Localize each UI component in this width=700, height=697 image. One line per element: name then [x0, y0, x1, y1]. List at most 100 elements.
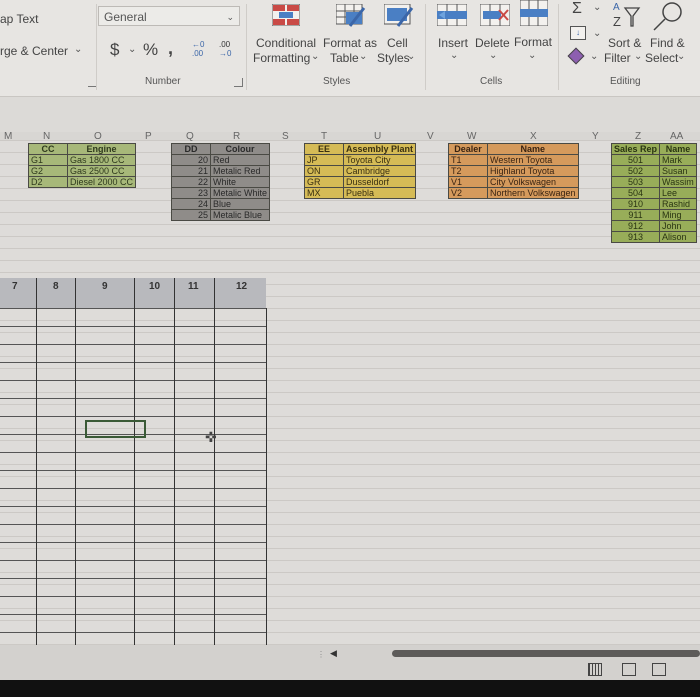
column-header-z[interactable]: Z [635, 131, 641, 142]
clear-eraser-icon[interactable] [567, 47, 585, 65]
cell[interactable]: Mark [659, 154, 698, 166]
cell[interactable]: 22 [171, 176, 211, 188]
header-cell[interactable]: Dealer [448, 143, 488, 155]
grid-header-cell[interactable]: 9 [102, 281, 108, 292]
cell[interactable]: 24 [171, 198, 211, 210]
cell[interactable]: Puebla [342, 187, 417, 199]
clear-chevron-icon[interactable]: ⌄ [590, 51, 598, 62]
cell[interactable]: Blue [209, 198, 271, 210]
cell[interactable]: T1 [448, 154, 488, 166]
column-header-aa[interactable]: AA [670, 131, 683, 142]
cell[interactable]: 912 [610, 220, 661, 232]
column-header-p[interactable]: P [145, 131, 152, 142]
cell[interactable]: 910 [610, 198, 661, 210]
cell[interactable]: GR [304, 176, 344, 188]
cell[interactable]: 502 [610, 165, 661, 177]
cell[interactable]: D2 [28, 176, 68, 188]
comma-style-button[interactable]: , [168, 38, 173, 59]
column-header-n[interactable]: N [43, 131, 50, 142]
column-header-t[interactable]: T [321, 131, 327, 142]
fill-icon[interactable]: ↓ [570, 26, 586, 40]
currency-button[interactable]: $ [110, 40, 119, 60]
cell[interactable]: Toyota City [342, 154, 417, 166]
header-cell[interactable]: CC [28, 143, 68, 155]
percent-button[interactable]: % [143, 40, 158, 60]
cell[interactable]: 23 [171, 187, 211, 199]
cell[interactable]: Highland Toyota [487, 165, 579, 177]
sheet-tab-splitter[interactable]: ⋮ [317, 650, 325, 659]
page-layout-view-icon[interactable] [622, 663, 636, 676]
cell[interactable]: Gas 2500 CC [66, 165, 137, 177]
cell[interactable]: V2 [448, 187, 488, 199]
grid-header-cell[interactable]: 10 [149, 281, 160, 292]
column-header-w[interactable]: W [467, 131, 476, 142]
merge-chevron-icon[interactable]: ⌄ [74, 44, 82, 55]
cell[interactable]: City Volkswagen [487, 176, 579, 188]
header-cell[interactable]: Name [487, 143, 579, 155]
cell[interactable]: ON [304, 165, 344, 177]
number-dialog-launcher-icon[interactable] [234, 78, 243, 87]
autosum-chevron-icon[interactable]: ⌄ [593, 2, 601, 13]
cell[interactable]: Red [209, 154, 271, 166]
header-cell[interactable]: Engine [66, 143, 137, 155]
page-break-preview-icon[interactable] [652, 663, 666, 676]
cell[interactable]: Alison [659, 231, 698, 243]
cell[interactable]: Western Toyota [487, 154, 579, 166]
cell[interactable]: Wassim [659, 176, 698, 188]
grid-header-cell[interactable]: 8 [53, 281, 59, 292]
cell[interactable]: 913 [610, 231, 661, 243]
cell[interactable]: White [209, 176, 271, 188]
column-header-q[interactable]: Q [186, 131, 194, 142]
cell[interactable]: Metalic Blue [209, 209, 271, 221]
fill-chevron-icon[interactable]: ⌄ [593, 28, 601, 39]
column-header-v[interactable]: V [427, 131, 434, 142]
decrease-decimal-button[interactable]: .00 →0 [219, 40, 235, 58]
cell[interactable]: V1 [448, 176, 488, 188]
column-header-y[interactable]: Y [592, 131, 599, 142]
cell[interactable]: Susan [659, 165, 698, 177]
cell[interactable]: 21 [171, 165, 211, 177]
header-cell[interactable]: Colour [209, 143, 271, 155]
cell[interactable]: 501 [610, 154, 661, 166]
cell[interactable]: John [659, 220, 698, 232]
cell[interactable]: Metalic White [209, 187, 271, 199]
grid-header-cell[interactable]: 7 [12, 281, 18, 292]
scroll-left-icon[interactable]: ◀ [330, 648, 337, 659]
column-header-s[interactable]: S [282, 131, 289, 142]
cell[interactable]: Gas 1800 CC [66, 154, 137, 166]
currency-chevron-icon[interactable]: ⌄ [128, 44, 136, 55]
column-header-x[interactable]: X [530, 131, 537, 142]
cell[interactable]: 25 [171, 209, 211, 221]
cell[interactable]: Metalic Red [209, 165, 271, 177]
cell[interactable]: T2 [448, 165, 488, 177]
grid-header-cell[interactable]: 12 [236, 281, 247, 292]
normal-view-icon[interactable] [588, 663, 602, 676]
increase-decimal-button[interactable]: ←0.00 [192, 40, 208, 58]
header-cell[interactable]: Assembly Plant [342, 143, 417, 155]
header-cell[interactable]: DD [171, 143, 211, 155]
grid-header-cell[interactable]: 11 [188, 281, 199, 292]
horizontal-scrollbar[interactable] [392, 650, 700, 657]
header-cell[interactable]: Sales Rep [610, 143, 661, 155]
cell[interactable]: JP [304, 154, 344, 166]
column-header-r[interactable]: R [233, 131, 240, 142]
selected-cell[interactable] [85, 420, 146, 438]
column-header-o[interactable]: O [94, 131, 102, 142]
cell[interactable]: MX [304, 187, 344, 199]
cell[interactable]: Lee [659, 187, 698, 199]
cell[interactable]: Diesel 2000 CC [66, 176, 137, 188]
merge-center-button[interactable]: rge & Center [0, 44, 68, 58]
cell[interactable]: Rashid [659, 198, 698, 210]
cell[interactable]: 503 [610, 176, 661, 188]
header-cell[interactable]: EE [304, 143, 344, 155]
cell[interactable]: G1 [28, 154, 68, 166]
cell[interactable]: G2 [28, 165, 68, 177]
cell[interactable]: Cambridge [342, 165, 417, 177]
cell[interactable]: Northern Volkswagen [487, 187, 579, 199]
cell[interactable]: 504 [610, 187, 661, 199]
cell[interactable]: 20 [171, 154, 211, 166]
header-cell[interactable]: Name [659, 143, 698, 155]
cell[interactable]: Dusseldorf [342, 176, 417, 188]
number-format-dropdown[interactable]: General ⌄ [98, 6, 240, 26]
column-header-m[interactable]: M [4, 131, 12, 142]
